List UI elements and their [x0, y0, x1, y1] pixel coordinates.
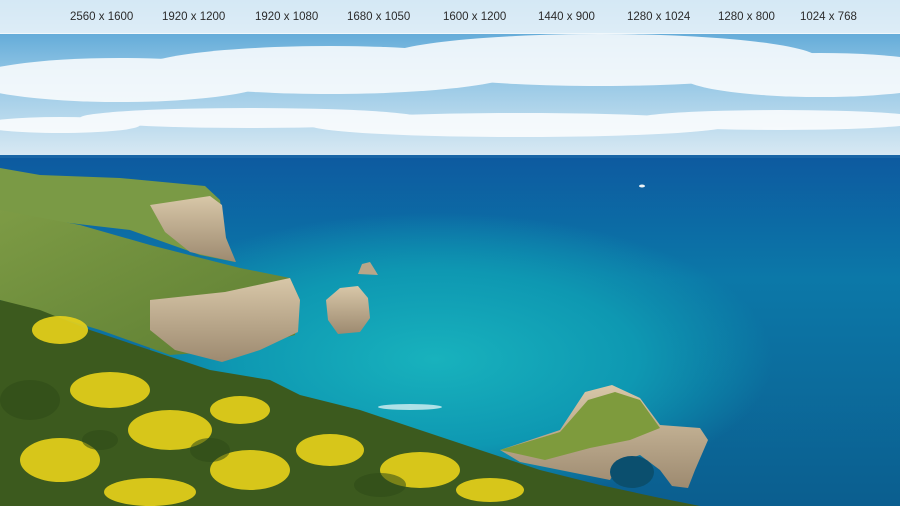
- resolution-link[interactable]: 2560 x 1600: [70, 9, 133, 25]
- resolution-link[interactable]: 1600 x 1200: [443, 9, 506, 25]
- boat: [639, 184, 645, 188]
- resolution-link[interactable]: 1440 x 900: [538, 9, 595, 25]
- wallpaper-image: [0, 0, 900, 506]
- resolution-link[interactable]: 1680 x 1050: [347, 9, 410, 25]
- resolution-link[interactable]: 1920 x 1080: [255, 9, 318, 25]
- resolution-link[interactable]: 1280 x 800: [718, 9, 775, 25]
- horizon-line: [0, 155, 900, 158]
- resolution-link[interactable]: 1920 x 1200: [162, 9, 225, 25]
- surf-foam: [378, 404, 442, 410]
- resolution-link[interactable]: 1024 x 768: [800, 9, 857, 25]
- resolution-bar: 2560 x 1600 1920 x 1200 1920 x 1080 1680…: [0, 0, 900, 34]
- arch-opening: [610, 456, 654, 488]
- resolution-link[interactable]: 1280 x 1024: [627, 9, 690, 25]
